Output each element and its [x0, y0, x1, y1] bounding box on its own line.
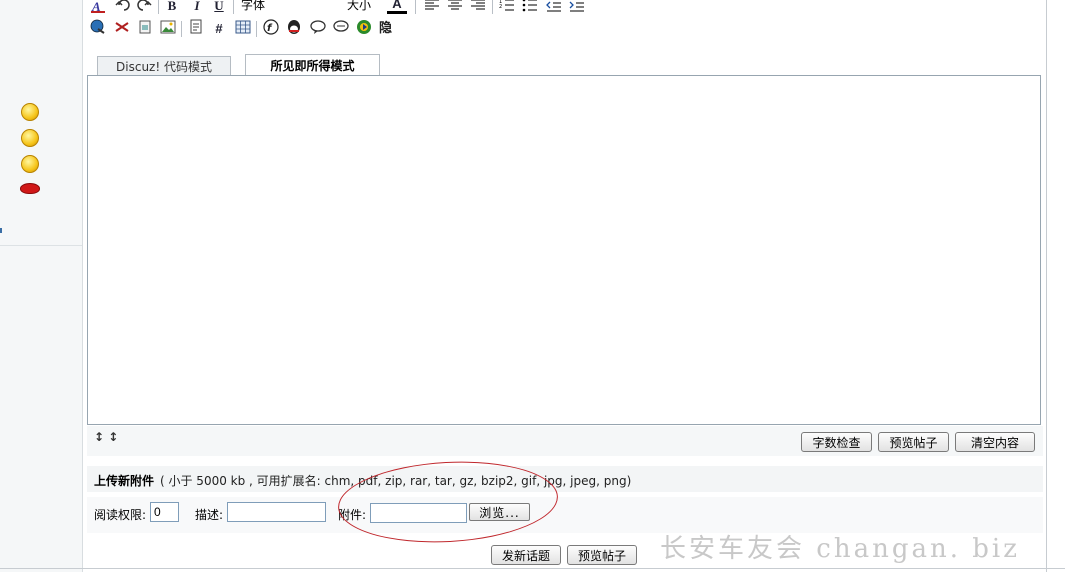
clear-content-button[interactable]: 清空内容: [955, 432, 1035, 452]
insert-msn-icon[interactable]: [310, 19, 326, 35]
word-count-button[interactable]: 字数检查: [801, 432, 872, 452]
lips-kiss-icon[interactable]: [20, 183, 40, 194]
insert-image-icon[interactable]: [160, 19, 176, 35]
read-permission-label: 阅读权限:: [94, 508, 147, 522]
description-input[interactable]: [227, 502, 326, 522]
clear-format-icon[interactable]: A: [90, 0, 106, 14]
page-right-border: [1046, 0, 1047, 572]
indent-icon[interactable]: [569, 0, 585, 13]
toolbar-separator: [492, 0, 493, 14]
insert-table-icon[interactable]: [235, 19, 251, 35]
editor-resize-handle[interactable]: ↕ ↕: [94, 430, 118, 444]
toolbar-separator: [256, 21, 257, 37]
watermark-text: 长安车友会 changan. biz: [660, 534, 1020, 564]
insert-flash-icon[interactable]: f: [263, 19, 279, 35]
preview-post-button[interactable]: 预览帖子: [878, 432, 949, 452]
ordered-list-icon[interactable]: 12: [499, 0, 515, 13]
svg-text:2: 2: [499, 4, 502, 10]
undo-icon[interactable]: [115, 0, 131, 13]
page-bottom-border: [0, 568, 1065, 569]
insert-link-icon[interactable]: [90, 19, 106, 35]
insert-hide-icon[interactable]: 隐: [379, 19, 395, 35]
insert-attachment-icon[interactable]: [137, 19, 153, 35]
unordered-list-icon[interactable]: [522, 0, 538, 13]
align-center-icon[interactable]: [447, 0, 463, 13]
font-family-select[interactable]: 字体: [239, 0, 339, 14]
toolbar-separator: [415, 0, 416, 14]
left-divider: [0, 245, 82, 246]
font-size-select[interactable]: 大小: [345, 0, 383, 14]
preview-post-bottom-button[interactable]: 预览帖子: [567, 545, 637, 565]
description-label: 描述:: [195, 508, 224, 522]
redo-icon[interactable]: [136, 0, 152, 13]
smiley-cry-icon[interactable]: [21, 103, 39, 121]
editor-textarea[interactable]: [87, 75, 1041, 425]
align-right-icon[interactable]: [470, 0, 486, 13]
insert-code-icon[interactable]: #: [211, 19, 227, 37]
insert-qq-icon[interactable]: [286, 19, 302, 35]
bold-button[interactable]: B: [164, 0, 180, 15]
tab-discuz-code-mode[interactable]: Discuz! 代码模式: [97, 56, 231, 76]
italic-button[interactable]: I: [189, 0, 205, 15]
tab-wysiwyg-mode[interactable]: 所见即所得模式: [245, 54, 380, 76]
smiley-grin-icon[interactable]: [21, 155, 39, 173]
insert-comment-icon[interactable]: [333, 19, 349, 35]
left-panel: [0, 0, 83, 572]
underline-button[interactable]: U: [211, 0, 227, 15]
toolbar-separator: [233, 0, 234, 14]
insert-media-icon[interactable]: [356, 19, 372, 35]
smiley-wink-icon[interactable]: [21, 129, 39, 147]
svg-text:隐: 隐: [379, 20, 392, 35]
align-left-icon[interactable]: [424, 0, 440, 13]
upload-title: 上传新附件: [94, 474, 155, 488]
insert-quote-icon[interactable]: [188, 19, 204, 35]
toolbar-separator: [181, 21, 182, 37]
font-color-button[interactable]: A: [387, 0, 407, 14]
toolbar-separator: [158, 0, 159, 14]
left-marker: [0, 228, 2, 233]
post-new-topic-button[interactable]: 发新话题: [491, 545, 561, 565]
outdent-icon[interactable]: [546, 0, 562, 13]
read-permission-input[interactable]: [150, 502, 179, 522]
unlink-icon[interactable]: [114, 19, 130, 35]
